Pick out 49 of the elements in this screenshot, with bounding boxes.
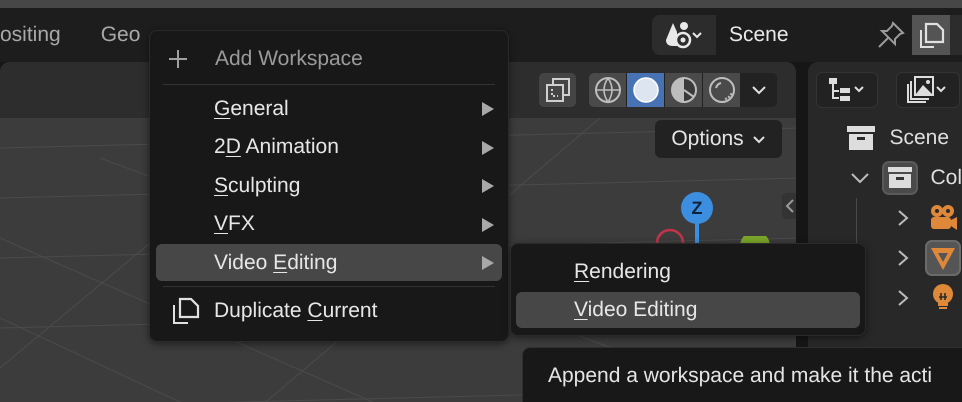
overlay-toggle-button[interactable] (539, 73, 576, 107)
chevron-down-icon (752, 134, 766, 144)
workspace-tab[interactable]: ositing (0, 19, 61, 51)
menu-item[interactable]: 2D Animation (156, 128, 502, 166)
duplicate-scene-button[interactable] (912, 15, 950, 55)
z-axis-handle[interactable]: Z (681, 192, 713, 224)
menu-item[interactable]: Sculpting (156, 167, 502, 204)
triangle-right-icon (482, 140, 494, 154)
filter-dropdown[interactable] (896, 72, 960, 108)
copy-icon (171, 296, 201, 326)
scene-label[interactable]: Scene (889, 126, 950, 150)
workspace-tab[interactable]: Geo (100, 19, 140, 51)
chevron-down-icon (751, 85, 768, 95)
options-dropdown[interactable]: Options (655, 120, 782, 158)
menu-item[interactable]: General (156, 90, 502, 127)
menu-item[interactable]: Duplicate Current (156, 292, 502, 329)
solid-shading-button[interactable] (627, 73, 664, 107)
menu-item[interactable]: Rendering (516, 254, 860, 290)
collection-label[interactable]: Col (930, 166, 962, 190)
pin-icon (876, 20, 906, 50)
chevron-right-icon[interactable] (896, 208, 910, 228)
chevron-right-icon[interactable] (896, 288, 910, 308)
display-mode-dropdown[interactable] (816, 72, 878, 108)
menu-item[interactable]: VFX (156, 206, 502, 242)
menu-title: Add Workspace (215, 47, 363, 71)
triangle-right-icon (482, 102, 494, 116)
wireframe-sphere-icon (592, 75, 623, 105)
rendered-sphere-icon (706, 75, 737, 105)
chevron-right-icon[interactable] (896, 248, 910, 268)
wireframe-shading-button[interactable] (589, 73, 626, 107)
material-shading-button[interactable] (665, 73, 702, 107)
chevron-down-icon[interactable] (850, 171, 870, 185)
rendered-shading-button[interactable] (703, 73, 740, 107)
box-icon (846, 124, 876, 152)
tooltip-text: Append a workspace and make it the acti (548, 364, 932, 387)
triangle-right-icon (482, 179, 494, 193)
triangle-right-icon (482, 256, 494, 270)
scene-icon (663, 20, 703, 50)
triangle-right-icon (482, 218, 494, 232)
sidebar-toggle[interactable] (782, 193, 796, 219)
menu-item[interactable]: Video Editing (516, 292, 860, 328)
overlay-icon (544, 77, 571, 103)
solid-sphere-icon (630, 75, 661, 105)
chevron-left-icon (784, 198, 794, 214)
scene-name-field[interactable]: Scene (716, 15, 912, 55)
collection-icon (882, 161, 918, 195)
half-shaded-sphere-icon (668, 75, 699, 105)
plus-icon (168, 49, 188, 69)
menu-item[interactable]: Video Editing (156, 244, 502, 281)
